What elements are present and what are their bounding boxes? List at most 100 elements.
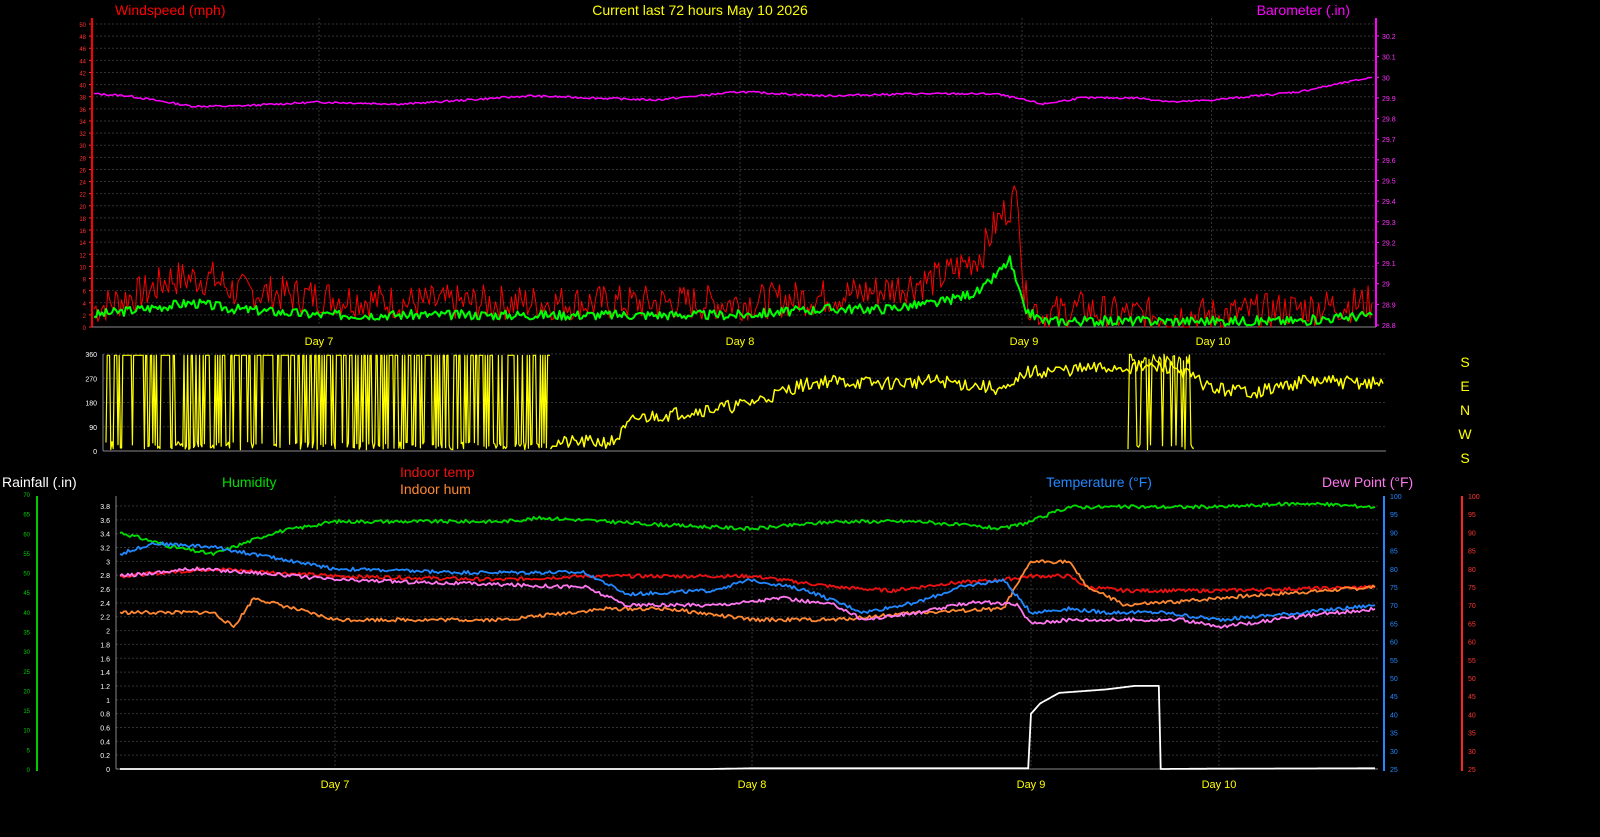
wind-tick-label: 2 — [83, 314, 87, 320]
rain-tick-label: 0 — [106, 767, 110, 774]
baro-tick-label: 29.4 — [1382, 199, 1396, 206]
rain-tick-label: 2.4 — [100, 601, 110, 608]
temp-tick-label: 50 — [1390, 676, 1398, 683]
temp-tick-label: 40 — [1390, 712, 1398, 719]
baro-tick-label: 29.1 — [1382, 261, 1396, 268]
day-label: Day 10 — [1196, 336, 1231, 348]
temp-tick-label: 70 — [1390, 603, 1398, 610]
temp-tick-label: 45 — [1390, 694, 1398, 701]
wind-tick-label: 16 — [79, 229, 86, 235]
wind-tick-label: 28 — [79, 156, 86, 162]
rain-tick-label: 2 — [106, 629, 110, 636]
wind-tick-label: 22 — [79, 193, 86, 199]
baro-tick-label: 30.2 — [1382, 34, 1396, 41]
temperature-f-line — [119, 541, 1376, 622]
indoor-temp-legend: Indoor temp — [400, 464, 475, 480]
temp-tick-label: 60 — [1390, 640, 1398, 647]
temp-tick-label: 75 — [1390, 585, 1398, 592]
wind-tick-label: 32 — [79, 132, 86, 138]
day-label: Day 7 — [305, 336, 334, 348]
rain-tick-label: 0.8 — [100, 712, 110, 719]
day-label: Day 7 — [321, 779, 350, 791]
indoor-tick-label: 80 — [1468, 567, 1476, 574]
rain-tick-label: 3.8 — [100, 504, 110, 511]
indoor-tick-label: 85 — [1468, 549, 1476, 556]
direction-tick-label: 360 — [85, 352, 97, 359]
temp-tick-label: 25 — [1390, 767, 1398, 774]
indoor-tick-label: 45 — [1468, 694, 1476, 701]
indoor-tick-label: 35 — [1468, 731, 1476, 738]
indoor-tick-label: 90 — [1468, 530, 1476, 537]
baro-tick-label: 28.9 — [1382, 302, 1396, 309]
rain-tick-label: 2.6 — [100, 587, 110, 594]
wind-tick-label: 46 — [79, 47, 86, 53]
indoor-tick-label: 25 — [1468, 767, 1476, 774]
indoor-tick-label: 50 — [1468, 676, 1476, 683]
indoor-tick-label: 70 — [1468, 603, 1476, 610]
humidity-tick-label: 60 — [23, 532, 30, 538]
humidity-tick-label: 65 — [23, 513, 30, 519]
baro-tick-label: 29.9 — [1382, 96, 1396, 103]
baro-tick-label: 30.1 — [1382, 55, 1396, 62]
wind-tick-label: 42 — [79, 71, 86, 77]
humidity-tick-label: 25 — [23, 670, 30, 676]
temp-tick-label: 30 — [1390, 749, 1398, 756]
compass-label: S — [1460, 450, 1469, 466]
indoor-tick-label: 30 — [1468, 749, 1476, 756]
wind-tick-label: 36 — [79, 108, 86, 114]
day-label: Day 9 — [1017, 779, 1046, 791]
direction-tick-label: 90 — [89, 425, 97, 432]
dewpoint-legend: Dew Point (°F) — [1322, 474, 1413, 490]
wind-tick-label: 4 — [83, 302, 87, 308]
wind-tick-label: 24 — [79, 181, 86, 187]
indoor-tick-label: 65 — [1468, 621, 1476, 628]
rain-tick-label: 0.6 — [100, 725, 110, 732]
wind-tick-label: 40 — [79, 84, 86, 90]
weather-charts: Windspeed (mph) Current last 72 hours Ma… — [2, 2, 1480, 791]
wind-tick-label: 38 — [79, 96, 86, 102]
humidity-tick-label: 45 — [23, 591, 30, 597]
temp-tick-label: 85 — [1390, 549, 1398, 556]
humidity-tick-label: 0 — [27, 768, 31, 774]
direction-tick-label: 180 — [85, 401, 97, 408]
wind-tick-label: 8 — [83, 278, 87, 284]
temp-tick-label: 80 — [1390, 567, 1398, 574]
temp-tick-label: 35 — [1390, 731, 1398, 738]
wind-tick-label: 30 — [79, 144, 86, 150]
baro-tick-label: 29.7 — [1382, 137, 1396, 144]
compass-label: S — [1460, 354, 1469, 370]
compass-label: W — [1458, 426, 1472, 442]
day-label: Day 10 — [1202, 779, 1237, 791]
temp-tick-label: 65 — [1390, 621, 1398, 628]
day-label: Day 9 — [1010, 336, 1039, 348]
wind-tick-label: 34 — [79, 120, 86, 126]
humidity-tick-label: 40 — [23, 611, 30, 617]
rain-tick-label: 3 — [106, 559, 110, 566]
humidity-tick-label: 50 — [23, 572, 30, 578]
indoor-hum-legend: Indoor hum — [400, 481, 471, 497]
rain-tick-label: 3.2 — [100, 546, 110, 553]
barometer-line — [93, 76, 1373, 108]
rainfall-axis-label: Rainfall (.in) — [2, 474, 77, 490]
wind-tick-label: 48 — [79, 35, 86, 41]
baro-tick-label: 28.8 — [1382, 323, 1396, 330]
rain-tick-label: 2.2 — [100, 615, 110, 622]
wind-gust-line — [93, 185, 1373, 328]
direction-tick-label: 0 — [93, 449, 97, 456]
windspeed-axis-label: Windspeed (mph) — [115, 2, 226, 18]
indoor-tick-label: 95 — [1468, 512, 1476, 519]
weather-history-screen: Windspeed (mph) Current last 72 hours Ma… — [0, 0, 1600, 837]
temperature-legend: Temperature (°F) — [1046, 474, 1152, 490]
direction-tick-label: 270 — [85, 376, 97, 383]
rain-tick-label: 1 — [106, 698, 110, 705]
rain-tick-label: 3.6 — [100, 518, 110, 525]
rain-tick-label: 1.8 — [100, 642, 110, 649]
rain-tick-label: 0.2 — [100, 753, 110, 760]
rain-tick-label: 1.4 — [100, 670, 110, 677]
baro-tick-label: 29.3 — [1382, 220, 1396, 227]
wind-tick-label: 26 — [79, 168, 86, 174]
temp-tick-label: 95 — [1390, 512, 1398, 519]
indoor-tick-label: 55 — [1468, 658, 1476, 665]
baro-tick-label: 30 — [1382, 75, 1390, 82]
wind-tick-label: 44 — [79, 59, 86, 65]
